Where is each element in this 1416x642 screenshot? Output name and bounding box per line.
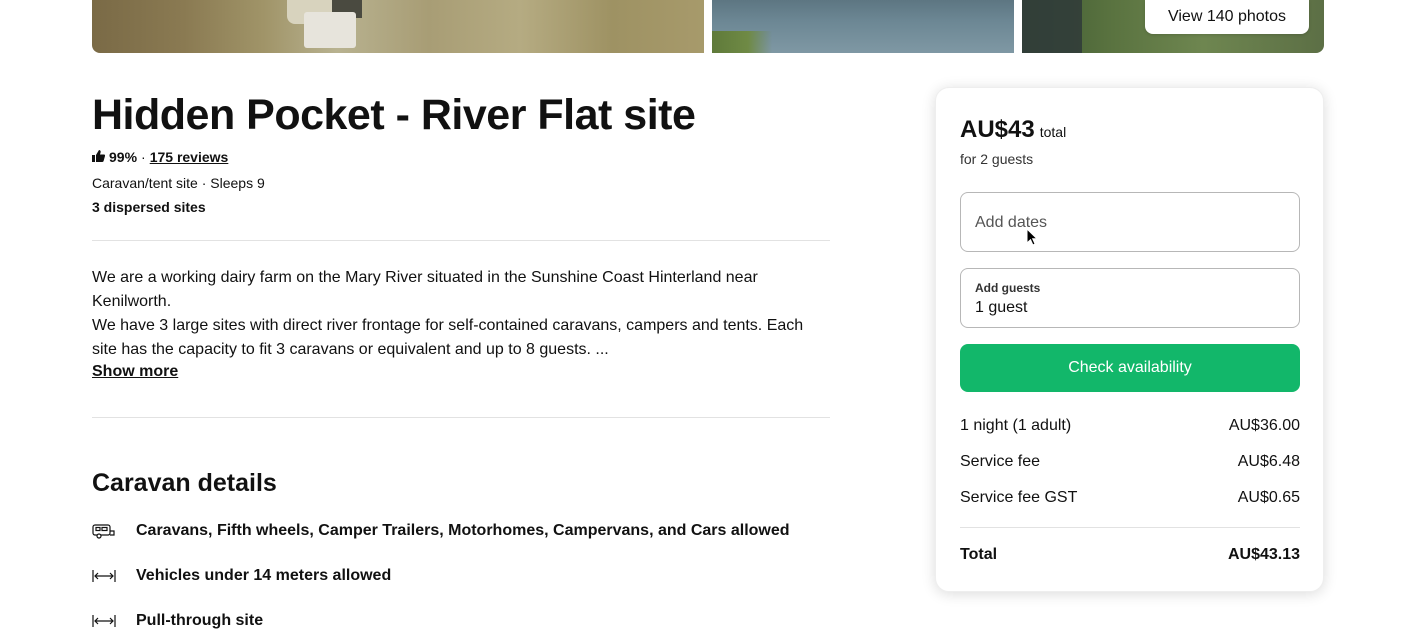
price-suffix: total <box>1039 124 1067 140</box>
price-line-value: AU$6.48 <box>1237 453 1300 470</box>
guests-value: 1 guest <box>975 299 1028 316</box>
total-divider <box>960 527 1300 528</box>
length-arrows-icon <box>92 569 136 583</box>
description-paragraph-1: We are a working dairy farm on the Mary … <box>92 269 758 310</box>
total-value: AU$43.13 <box>1227 546 1300 563</box>
price-line-label: Service fee <box>960 453 1041 470</box>
total-line: Total AU$43.13 <box>960 546 1300 564</box>
description-paragraph-2: We have 3 large sites with direct river … <box>92 317 804 358</box>
length-arrows-icon <box>92 614 136 628</box>
caravan-detail-text: Caravans, Fifth wheels, Camper Trailers,… <box>136 522 790 539</box>
rating-separator: · <box>141 149 146 165</box>
price-line-value: AU$0.65 <box>1237 489 1300 506</box>
mouse-cursor-icon <box>1026 227 1039 251</box>
price-guests-note: for 2 guests <box>960 151 1034 167</box>
dates-field[interactable]: Add dates <box>960 192 1300 252</box>
caravan-details-title: Caravan details <box>92 469 277 497</box>
total-label: Total <box>960 546 998 563</box>
reviews-link[interactable]: 175 reviews <box>150 149 229 165</box>
caravan-detail-item: Vehicles under 14 meters allowed <box>92 567 391 585</box>
booking-card: AU$43 total for 2 guests Add dates Add g… <box>935 87 1324 592</box>
site-count: 3 dispersed sites <box>92 199 206 215</box>
check-availability-button[interactable]: Check availability <box>960 344 1300 392</box>
caravan-detail-text: Vehicles under 14 meters allowed <box>136 567 392 584</box>
photo-gallery <box>92 0 1324 53</box>
section-divider <box>92 240 830 241</box>
rating-summary: 99% · 175 reviews <box>92 149 228 165</box>
listing-title: Hidden Pocket - River Flat site <box>92 91 696 139</box>
price-line: 1 night (1 adult) AU$36.00 <box>960 417 1300 435</box>
guests-field[interactable]: Add guests 1 guest <box>960 268 1300 328</box>
price-line: Service fee AU$6.48 <box>960 453 1300 471</box>
show-more-link[interactable]: Show more <box>92 363 178 381</box>
total-price: AU$43 <box>960 116 1035 143</box>
price-line-label: Service fee GST <box>960 489 1078 506</box>
price-line-label: 1 night (1 adult) <box>960 417 1072 434</box>
caravan-detail-item: Pull-through site <box>92 612 263 630</box>
caravan-icon <box>92 523 136 539</box>
caravan-detail-item: Caravans, Fifth wheels, Camper Trailers,… <box>92 522 790 540</box>
price-line: Service fee GST AU$0.65 <box>960 489 1300 507</box>
price-line-value: AU$36.00 <box>1228 417 1300 434</box>
view-all-photos-button[interactable]: View 140 photos <box>1145 0 1309 34</box>
gallery-photo-2[interactable] <box>712 0 1014 53</box>
price-summary: AU$43 total <box>960 116 1066 144</box>
thumbs-up-icon <box>92 149 106 165</box>
guests-label: Add guests <box>975 281 1041 295</box>
site-type: Caravan/tent site · Sleeps 9 <box>92 175 265 191</box>
gallery-photo-1[interactable] <box>92 0 704 53</box>
rating-percentage: 99% <box>109 149 138 165</box>
section-divider <box>92 417 830 418</box>
caravan-detail-text: Pull-through site <box>136 612 264 629</box>
